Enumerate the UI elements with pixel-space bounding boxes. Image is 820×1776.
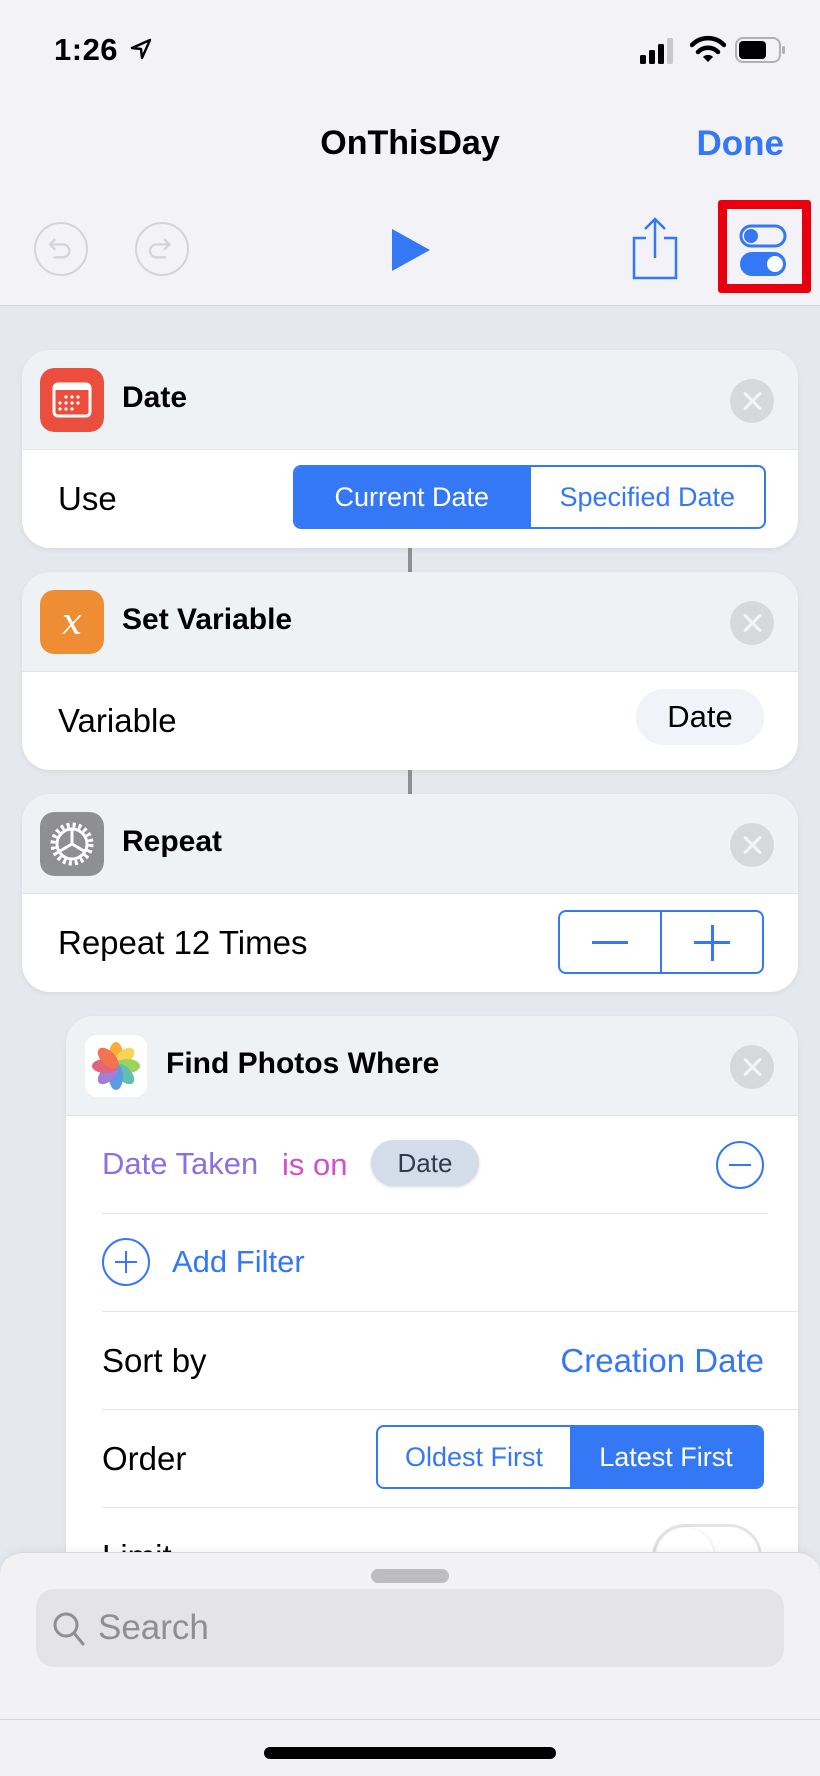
filter-property[interactable]: Date Taken <box>102 1146 258 1182</box>
undo-icon <box>48 238 71 259</box>
calendar-icon <box>40 368 104 432</box>
card-title: Date <box>122 381 188 414</box>
sort-value-button[interactable]: Creation Date <box>560 1342 764 1380</box>
search-input[interactable] <box>98 1589 758 1667</box>
increment-button[interactable] <box>660 912 762 972</box>
action-card-repeat[interactable]: Repeat Repeat 12 Times <box>22 794 798 992</box>
segment-current-date[interactable]: Current Date <box>295 467 529 527</box>
segment-oldest-first[interactable]: Oldest First <box>378 1427 570 1487</box>
repeat-stepper[interactable] <box>558 910 764 974</box>
variable-label: Variable <box>58 702 177 739</box>
sort-row: Sort by Creation Date <box>66 1312 798 1410</box>
card-header: Date <box>22 350 798 450</box>
repeat-count-label: Repeat 12 Times <box>58 924 308 961</box>
card-title: Find Photos Where <box>166 1047 440 1080</box>
order-row: Order Oldest First Latest First <box>66 1410 798 1508</box>
repeat-row: Repeat 12 Times <box>22 894 798 992</box>
top-bar: 1:26 OnThisDay Done <box>0 0 820 306</box>
redo-button[interactable] <box>135 222 189 276</box>
segment-specified-date[interactable]: Specified Date <box>528 467 765 527</box>
add-filter-row[interactable]: Add Filter <box>66 1214 798 1312</box>
battery-icon <box>735 37 785 63</box>
redo-icon <box>148 238 172 259</box>
add-filter-icon <box>102 1238 150 1286</box>
sheet-grabber[interactable] <box>371 1569 449 1583</box>
done-button[interactable]: Done <box>697 124 785 164</box>
use-row: Use Current Date Specified Date <box>22 450 798 548</box>
remove-action-button[interactable] <box>730 823 774 867</box>
order-segmented-control[interactable]: Oldest First Latest First <box>376 1425 764 1489</box>
decrement-button[interactable] <box>560 912 660 972</box>
action-card-find-photos[interactable]: Find Photos Where Date Taken is on Date … <box>66 1016 798 1636</box>
variable-name-field[interactable]: Date <box>636 689 764 745</box>
card-header: Repeat <box>22 794 798 894</box>
segment-latest-first[interactable]: Latest First <box>570 1427 762 1487</box>
home-indicator[interactable] <box>264 1747 556 1759</box>
action-connector <box>408 548 412 572</box>
remove-action-button[interactable] <box>730 1045 774 1089</box>
card-title: Set Variable <box>122 603 293 636</box>
filter-row: Date Taken is on Date <box>66 1116 798 1214</box>
filter-operator[interactable]: is on <box>282 1147 347 1183</box>
sort-label: Sort by <box>102 1342 207 1379</box>
use-label: Use <box>58 480 117 517</box>
cellular-signal-icon <box>640 38 673 64</box>
variable-x-icon: x <box>40 590 104 654</box>
remove-filter-button[interactable] <box>716 1141 764 1189</box>
action-connector <box>408 770 412 794</box>
add-filter-button[interactable]: Add Filter <box>172 1244 305 1280</box>
card-header: x Set Variable <box>22 572 798 672</box>
divider <box>0 1719 820 1720</box>
date-source-segmented-control[interactable]: Current Date Specified Date <box>293 465 766 529</box>
order-label: Order <box>102 1440 187 1477</box>
status-time: 1:26 <box>54 32 119 67</box>
search-bar[interactable] <box>36 1589 784 1667</box>
remove-action-button[interactable] <box>730 379 774 423</box>
card-header: Find Photos Where <box>66 1016 798 1116</box>
wifi-icon <box>690 35 726 62</box>
share-button[interactable] <box>632 216 678 280</box>
svg-text:x: x <box>62 602 82 643</box>
action-card-set-variable[interactable]: x Set Variable Variable Date <box>22 572 798 770</box>
play-button[interactable] <box>388 226 434 274</box>
search-icon <box>53 1612 85 1646</box>
action-card-date[interactable]: Date Use Current Date Specified Date <box>22 350 798 548</box>
location-arrow-icon <box>130 38 152 60</box>
gear-icon <box>40 812 104 876</box>
remove-action-button[interactable] <box>730 601 774 645</box>
settings-toggles-icon[interactable] <box>738 223 788 277</box>
variable-row: Variable Date <box>22 672 798 770</box>
filter-value-variable[interactable]: Date <box>371 1140 479 1186</box>
card-title: Repeat <box>122 825 223 858</box>
undo-button[interactable] <box>34 222 88 276</box>
actions-bottom-sheet <box>0 1552 820 1776</box>
photos-icon <box>84 1034 148 1098</box>
